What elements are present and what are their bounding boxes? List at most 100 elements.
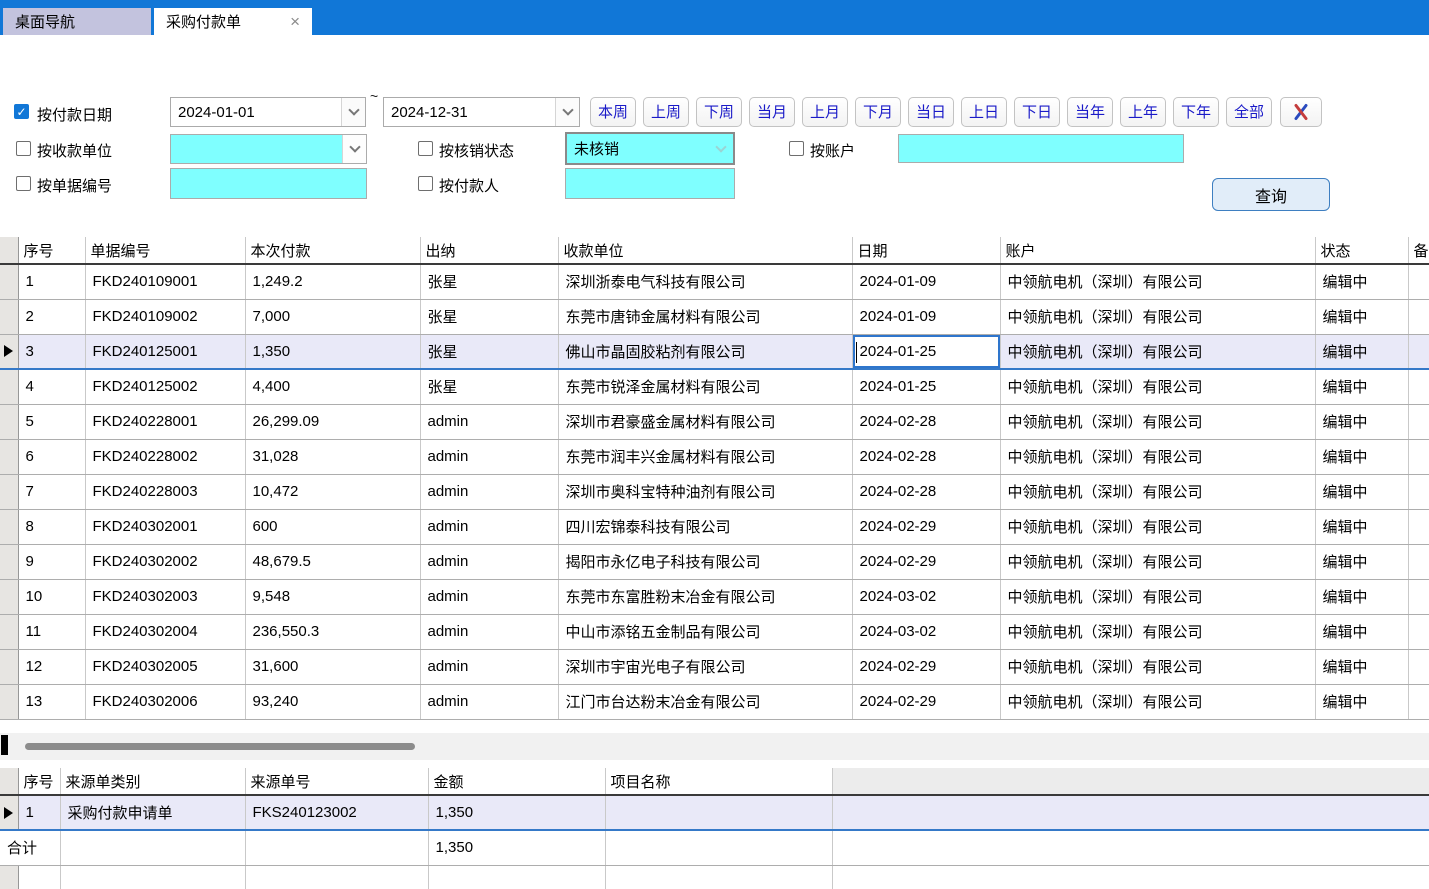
cell-account[interactable]: 中领航电机（深圳）有限公司	[1000, 684, 1315, 719]
cell-account[interactable]: 中领航电机（深圳）有限公司	[1000, 649, 1315, 684]
cell-status[interactable]: 编辑中	[1315, 649, 1408, 684]
cell-remark[interactable]	[1408, 579, 1429, 614]
cell-date[interactable]: 2024-02-28	[852, 404, 1000, 439]
cell-cashier[interactable]: admin	[420, 649, 558, 684]
chevron-down-icon[interactable]	[709, 134, 733, 163]
cell-status[interactable]: 编辑中	[1315, 439, 1408, 474]
cell-seq[interactable]: 4	[18, 369, 85, 404]
query-button[interactable]: 查询	[1212, 178, 1330, 211]
cell-remark[interactable]	[1408, 369, 1429, 404]
writeoff-status-select[interactable]: 未核销	[565, 132, 735, 165]
cell-status[interactable]: 编辑中	[1315, 264, 1408, 299]
cell-remark[interactable]	[1408, 439, 1429, 474]
cell-amount[interactable]: 31,600	[245, 649, 420, 684]
cell-date[interactable]: 2024-02-29	[852, 649, 1000, 684]
cell-status[interactable]: 编辑中	[1315, 334, 1408, 369]
payer-filter-checkbox[interactable]	[418, 176, 433, 191]
cell-seq[interactable]: 5	[18, 404, 85, 439]
cell-seq[interactable]: 1	[18, 264, 85, 299]
column-header[interactable]: 备	[1408, 237, 1429, 264]
cell-status[interactable]: 编辑中	[1315, 684, 1408, 719]
cell-doc_no[interactable]: FKD240302003	[85, 579, 245, 614]
cell-seq[interactable]: 10	[18, 579, 85, 614]
table-row[interactable]: 13FKD24030200693,240admin江门市台达粉末冶金有限公司20…	[0, 684, 1429, 719]
account-input[interactable]	[898, 134, 1184, 163]
column-header[interactable]: 单据编号	[85, 237, 245, 264]
table-row[interactable]: 12FKD24030200531,600admin深圳市宇宙光电子有限公司202…	[0, 649, 1429, 684]
date-to-select[interactable]: 2024-12-31	[383, 97, 580, 127]
cell-account[interactable]: 中领航电机（深圳）有限公司	[1000, 334, 1315, 369]
column-header[interactable]: 项目名称	[605, 768, 832, 795]
cell-seq[interactable]: 13	[18, 684, 85, 719]
cell-date[interactable]: 2024-01-25	[852, 369, 1000, 404]
cell-doc_no[interactable]: FKD240228001	[85, 404, 245, 439]
cell-amount[interactable]: 1,350	[245, 334, 420, 369]
cell-payee[interactable]: 深圳市宇宙光电子有限公司	[558, 649, 852, 684]
cell-cashier[interactable]: 张星	[420, 369, 558, 404]
row-selector[interactable]	[0, 614, 18, 649]
cell-payee[interactable]: 东莞市润丰兴金属材料有限公司	[558, 439, 852, 474]
cell-amount[interactable]: 10,472	[245, 474, 420, 509]
cell-date[interactable]: 2024-02-29	[852, 544, 1000, 579]
cell-seq[interactable]: 3	[18, 334, 85, 369]
row-selector[interactable]	[0, 299, 18, 334]
row-selector[interactable]	[0, 509, 18, 544]
close-tab-icon[interactable]: ×	[276, 12, 300, 32]
cell-cashier[interactable]: admin	[420, 474, 558, 509]
row-selector[interactable]	[0, 649, 18, 684]
cell-cashier[interactable]: admin	[420, 439, 558, 474]
cell-cashier[interactable]: admin	[420, 614, 558, 649]
table-row[interactable]: 10FKD2403020039,548admin东莞市东富胜粉末冶金有限公司20…	[0, 579, 1429, 614]
table-row[interactable]: 9FKD24030200248,679.5admin揭阳市永亿电子科技有限公司2…	[0, 544, 1429, 579]
column-header[interactable]: 来源单号	[245, 768, 428, 795]
column-header[interactable]: 序号	[18, 768, 60, 795]
quick-date-button-1[interactable]: 上周	[643, 97, 689, 127]
cell-amount[interactable]: 1,350	[428, 795, 605, 830]
cell-doc_no[interactable]: FKD240302005	[85, 649, 245, 684]
table-row[interactable]: 6FKD24022800231,028admin东莞市润丰兴金属材料有限公司20…	[0, 439, 1429, 474]
cell-date[interactable]: 2024-02-29	[852, 684, 1000, 719]
cell-seq[interactable]: 6	[18, 439, 85, 474]
cell-seq[interactable]: 2	[18, 299, 85, 334]
row-selector[interactable]	[0, 404, 18, 439]
cell-date[interactable]: 2024-02-28	[852, 439, 1000, 474]
cell-seq[interactable]: 1	[18, 795, 60, 830]
cell-account[interactable]: 中领航电机（深圳）有限公司	[1000, 404, 1315, 439]
cell-doc_no[interactable]: FKD240109001	[85, 264, 245, 299]
cell-remark[interactable]	[1408, 474, 1429, 509]
table-row[interactable]: 11FKD240302004236,550.3admin中山市添铭五金制品有限公…	[0, 614, 1429, 649]
cell-date[interactable]: 2024-01-09	[852, 299, 1000, 334]
cell-payee[interactable]: 深圳市奥科宝特种油剂有限公司	[558, 474, 852, 509]
table-row[interactable]: 1FKD2401090011,249.2张星深圳浙泰电气科技有限公司2024-0…	[0, 264, 1429, 299]
quick-date-button-5[interactable]: 下月	[855, 97, 901, 127]
tab-desktop-navigation[interactable]: 桌面导航	[3, 8, 151, 35]
cell-status[interactable]: 编辑中	[1315, 509, 1408, 544]
row-selector[interactable]	[0, 795, 18, 830]
cell-payee[interactable]: 东莞市唐铈金属材料有限公司	[558, 299, 852, 334]
cell-date[interactable]: 2024-01-09	[852, 264, 1000, 299]
cell-amount[interactable]: 31,028	[245, 439, 420, 474]
quick-date-button-0[interactable]: 本周	[590, 97, 636, 127]
cell-account[interactable]: 中领航电机（深圳）有限公司	[1000, 579, 1315, 614]
cell-account[interactable]: 中领航电机（深圳）有限公司	[1000, 544, 1315, 579]
horizontal-scrollbar[interactable]	[0, 733, 1429, 760]
column-header[interactable]: 本次付款	[245, 237, 420, 264]
chevron-down-icon[interactable]	[342, 135, 366, 163]
row-selector[interactable]	[0, 439, 18, 474]
chevron-down-icon[interactable]	[341, 98, 365, 126]
cell-account[interactable]: 中领航电机（深圳）有限公司	[1000, 614, 1315, 649]
cell-date[interactable]: 2024-02-29	[852, 509, 1000, 544]
cell-status[interactable]: 编辑中	[1315, 369, 1408, 404]
cell-cashier[interactable]: 张星	[420, 299, 558, 334]
row-selector[interactable]	[0, 579, 18, 614]
cell-account[interactable]: 中领航电机（深圳）有限公司	[1000, 299, 1315, 334]
table-row[interactable]: 4FKD2401250024,400张星东莞市锐泽金属材料有限公司2024-01…	[0, 369, 1429, 404]
cell-remark[interactable]	[1408, 509, 1429, 544]
cell-payee[interactable]: 江门市台达粉末冶金有限公司	[558, 684, 852, 719]
column-header[interactable]: 序号	[18, 237, 85, 264]
cell-doc_no[interactable]: FKD240228003	[85, 474, 245, 509]
table-row[interactable]: 1采购付款申请单FKS2401230021,350	[0, 795, 1429, 830]
cell-date[interactable]: 2024-03-02	[852, 614, 1000, 649]
cell-status[interactable]: 编辑中	[1315, 579, 1408, 614]
cell-cashier[interactable]: admin	[420, 404, 558, 439]
